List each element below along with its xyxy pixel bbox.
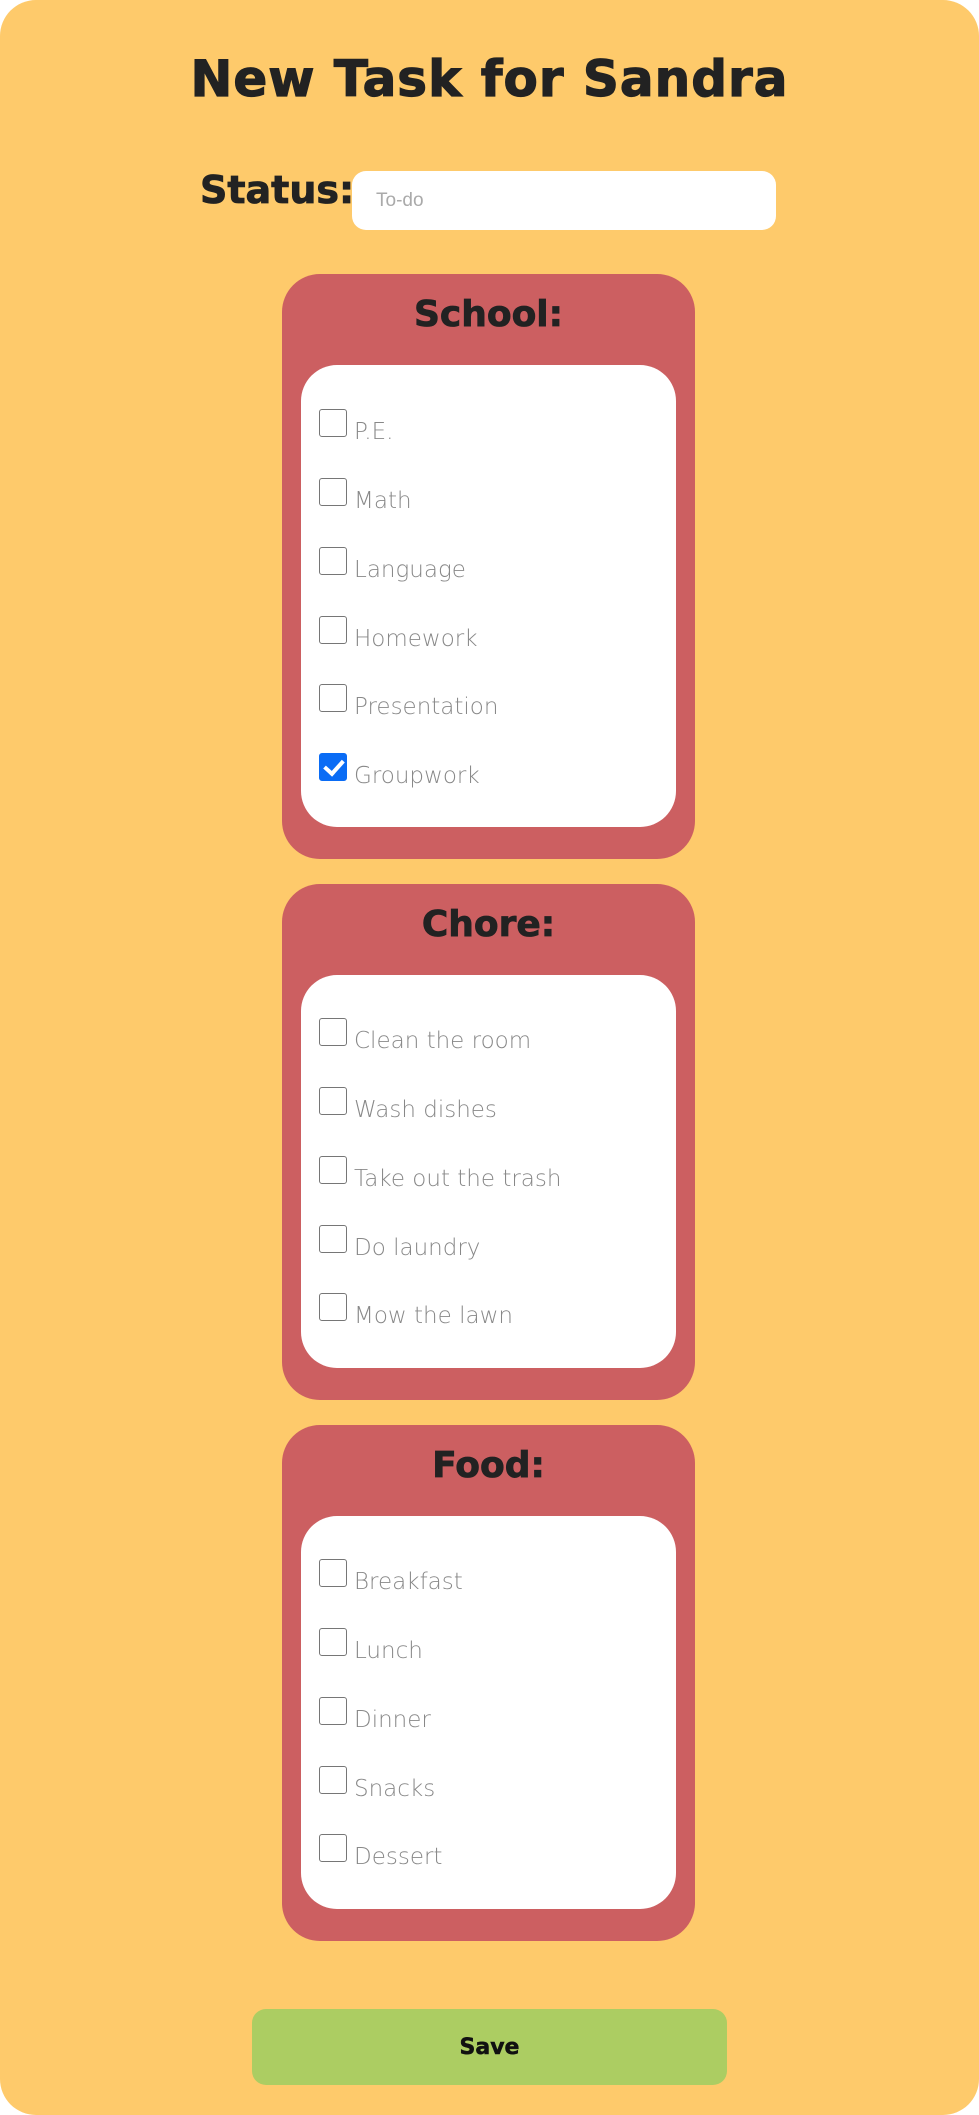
checkbox-label: Language: [354, 557, 466, 583]
food-card-title: Food:: [432, 1445, 546, 1487]
checkbox[interactable]: [319, 1018, 347, 1046]
chore-checklist: Clean the room Wash dishes Take out the …: [301, 975, 676, 1368]
checkbox-label: Groupwork: [354, 763, 480, 789]
checkbox[interactable]: [319, 1766, 347, 1794]
checkbox-label: Mow the lawn: [354, 1303, 513, 1329]
checkbox-item-breakfast[interactable]: Breakfast: [319, 1559, 463, 1599]
checkbox[interactable]: [319, 1697, 347, 1725]
checkbox[interactable]: [319, 547, 347, 575]
chore-card: Chore: Clean the room Wash dishes Take o…: [282, 884, 695, 1400]
checkbox[interactable]: [319, 1087, 347, 1115]
checkbox-item-clean-the-room[interactable]: Clean the room: [319, 1018, 531, 1058]
checkbox-label: Breakfast: [354, 1569, 463, 1595]
checkbox[interactable]: [319, 1225, 347, 1253]
checkbox[interactable]: [319, 1293, 347, 1321]
checkbox-label: Dessert: [354, 1844, 443, 1870]
page-title: New Task for Sandra: [190, 49, 789, 108]
food-card: Food: Breakfast Lunch Dinner Snacks Dess…: [282, 1425, 695, 1941]
checkbox[interactable]: [319, 684, 347, 712]
checkbox-label: Homework: [354, 626, 478, 652]
checkbox[interactable]: [319, 409, 347, 437]
checkbox[interactable]: [319, 1156, 347, 1184]
school-checklist: P.E. Math Language Homework Presentation…: [301, 365, 676, 827]
checkbox[interactable]: [319, 616, 347, 644]
checkbox-item-math[interactable]: Math: [319, 478, 412, 518]
task-form-page: New Task for Sandra Status: School: P.E.…: [0, 0, 979, 2115]
checkbox-label: Presentation: [354, 694, 499, 720]
checkbox-item-mow-the-lawn[interactable]: Mow the lawn: [319, 1293, 513, 1333]
chore-card-title: Chore:: [421, 904, 556, 946]
checkbox-item-dinner[interactable]: Dinner: [319, 1697, 431, 1737]
checkbox-item-snacks[interactable]: Snacks: [319, 1766, 435, 1806]
checkbox-item-groupwork[interactable]: Groupwork: [319, 753, 480, 793]
checkbox-label: Math: [354, 488, 412, 514]
checkbox-label: Snacks: [354, 1776, 436, 1802]
checkbox-label: Lunch: [354, 1638, 423, 1664]
checkbox[interactable]: [319, 1559, 347, 1587]
checkbox-item-dessert[interactable]: Dessert: [319, 1834, 442, 1874]
checkbox[interactable]: [319, 1628, 347, 1656]
checkbox-label: Dinner: [354, 1707, 431, 1733]
food-checklist: Breakfast Lunch Dinner Snacks Dessert: [301, 1516, 676, 1909]
school-card: School: P.E. Math Language Homework Pres…: [282, 274, 695, 859]
checkbox-label: Do laundry: [354, 1235, 481, 1261]
status-label: Status:: [200, 168, 355, 213]
checkbox-label: Clean the room: [354, 1028, 532, 1054]
checkbox-item-do-laundry[interactable]: Do laundry: [319, 1225, 480, 1265]
checkbox-label: P.E.: [354, 419, 394, 445]
checkbox-item-lunch[interactable]: Lunch: [319, 1628, 423, 1668]
status-input[interactable]: [352, 171, 776, 230]
checkbox-item-take-out-the-trash[interactable]: Take out the trash: [319, 1156, 561, 1196]
checkbox-item-pe[interactable]: P.E.: [319, 409, 393, 449]
checkbox-item-presentation[interactable]: Presentation: [319, 684, 498, 724]
checkbox-item-wash-dishes[interactable]: Wash dishes: [319, 1087, 497, 1127]
checkbox-label: Wash dishes: [354, 1097, 497, 1123]
checkbox[interactable]: [319, 753, 347, 781]
school-card-title: School:: [413, 294, 564, 336]
checkbox[interactable]: [319, 478, 347, 506]
checkbox-item-language[interactable]: Language: [319, 547, 466, 587]
save-button[interactable]: Save: [252, 2009, 727, 2085]
checkbox-item-homework[interactable]: Homework: [319, 616, 478, 656]
checkbox[interactable]: [319, 1834, 347, 1862]
checkbox-label: Take out the trash: [354, 1166, 562, 1192]
